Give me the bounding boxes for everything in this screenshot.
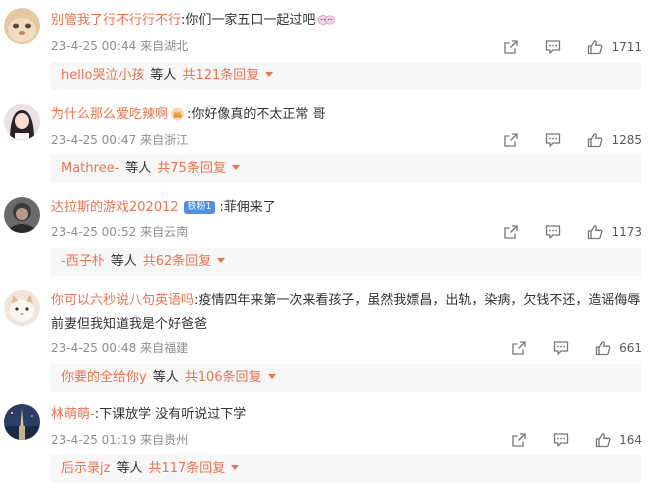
comment-text: :你们一家五口一起过吧 bbox=[181, 13, 316, 28]
reply-username[interactable]: -西子朴 bbox=[61, 254, 105, 269]
comment-meta: 23-4-25 00:47 来自浙江 bbox=[51, 132, 188, 148]
location: 来自浙江 bbox=[140, 133, 189, 147]
reply-separator: 等人 bbox=[110, 254, 137, 269]
reply-count[interactable]: 共62条回复 bbox=[143, 254, 212, 269]
reply-summary[interactable]: 后示录jz 等人 共117条回复 bbox=[51, 455, 641, 483]
reply-summary[interactable]: Mathree- 等人 共75条回复 bbox=[51, 155, 641, 183]
avatar[interactable] bbox=[4, 104, 40, 140]
username[interactable]: 别管我了行不行行不行 bbox=[51, 13, 181, 28]
username[interactable]: 为什么那么爱吃辣啊 bbox=[51, 107, 168, 122]
comment-content: 达拉斯的游戏202012 铁粉1:菲佣来了 bbox=[51, 199, 276, 217]
location: 来自贵州 bbox=[140, 433, 189, 447]
reply-summary[interactable]: hello哭泣小孩 等人 共121条回复 bbox=[51, 62, 641, 90]
comment-meta: 23-4-25 01:19 来自贵州 bbox=[51, 432, 188, 448]
timestamp: 23-4-25 00:47 bbox=[51, 133, 137, 147]
comment-meta: 23-4-25 00:44 来自湖北 bbox=[51, 38, 188, 54]
comment-actions: 1711 bbox=[503, 38, 642, 56]
comment-content: 你可以六秒说八句英语吗:疫情四年来第一次来看孩子，虽然我嫖昌，出轨，染病，欠钱不… bbox=[51, 289, 641, 337]
reply-username[interactable]: 后示录jz bbox=[61, 461, 110, 476]
reply-summary[interactable]: 你要的全给你y 等人 共106条回复 bbox=[51, 364, 641, 392]
like-count: 164 bbox=[619, 433, 642, 447]
share-icon[interactable] bbox=[503, 39, 519, 55]
avatar[interactable] bbox=[4, 197, 40, 233]
thumbs-up-icon[interactable] bbox=[587, 132, 603, 148]
like-count: 1711 bbox=[611, 40, 642, 54]
like-count: 661 bbox=[619, 341, 642, 355]
chevron-down-icon[interactable] bbox=[267, 374, 276, 379]
share-icon[interactable] bbox=[503, 132, 519, 148]
comment-text: :下课放学 没有听说过下学 bbox=[94, 407, 247, 422]
chevron-down-icon[interactable] bbox=[217, 258, 226, 263]
reply-count[interactable]: 共106条回复 bbox=[185, 370, 262, 385]
share-icon[interactable] bbox=[503, 224, 519, 240]
comment-meta: 23-4-25 00:52 来自云南 bbox=[51, 224, 188, 240]
thumbs-up-icon[interactable] bbox=[587, 39, 603, 55]
timestamp: 23-4-25 00:52 bbox=[51, 225, 137, 239]
chevron-down-icon[interactable] bbox=[265, 72, 274, 77]
fan-badge: 铁粉1 bbox=[183, 201, 216, 214]
share-icon[interactable] bbox=[511, 340, 527, 356]
reply-separator: 等人 bbox=[152, 370, 179, 385]
chevron-down-icon[interactable] bbox=[231, 465, 240, 470]
username[interactable]: 达拉斯的游戏202012 bbox=[51, 200, 179, 215]
comment-icon[interactable] bbox=[553, 432, 569, 448]
reply-username[interactable]: hello哭泣小孩 bbox=[61, 68, 144, 83]
comment-actions: 1173 bbox=[503, 223, 642, 241]
comment-actions: 164 bbox=[511, 431, 642, 449]
comment-meta: 23-4-25 00:48 来自福建 bbox=[51, 340, 188, 356]
thumbs-up-icon[interactable] bbox=[595, 432, 611, 448]
reply-username[interactable]: Mathree- bbox=[61, 161, 119, 176]
avatar[interactable] bbox=[4, 404, 40, 440]
thumbs-up-icon[interactable] bbox=[595, 340, 611, 356]
crown-icon bbox=[170, 106, 185, 121]
share-icon[interactable] bbox=[511, 432, 527, 448]
comment-content: 林萌萌-:下课放学 没有听说过下学 bbox=[51, 406, 246, 424]
timestamp: 23-4-25 00:48 bbox=[51, 341, 137, 355]
comment-text: :菲佣来了 bbox=[219, 200, 276, 215]
comment-icon[interactable] bbox=[545, 224, 561, 240]
comment-icon[interactable] bbox=[553, 340, 569, 356]
username[interactable]: 林萌萌- bbox=[51, 407, 95, 422]
username[interactable]: 你可以六秒说八句英语吗 bbox=[51, 293, 194, 308]
timestamp: 23-4-25 01:19 bbox=[51, 433, 137, 447]
reply-separator: 等人 bbox=[125, 161, 152, 176]
reply-username[interactable]: 你要的全给你y bbox=[61, 370, 147, 385]
reply-summary[interactable]: -西子朴 等人 共62条回复 bbox=[51, 248, 641, 276]
like-count: 1285 bbox=[611, 133, 642, 147]
reply-separator: 等人 bbox=[150, 68, 177, 83]
location: 来自云南 bbox=[140, 225, 189, 239]
emoji-icon bbox=[317, 12, 336, 26]
avatar[interactable] bbox=[4, 8, 40, 44]
reply-count[interactable]: 共75条回复 bbox=[157, 161, 226, 176]
comment-actions: 1285 bbox=[503, 131, 642, 149]
comment-icon[interactable] bbox=[545, 132, 561, 148]
comment-icon[interactable] bbox=[545, 39, 561, 55]
reply-count[interactable]: 共121条回复 bbox=[182, 68, 259, 83]
comment-content: 为什么那么爱吃辣啊 :你好像真的不太正常 哥 bbox=[51, 106, 326, 124]
chevron-down-icon[interactable] bbox=[231, 165, 240, 170]
avatar[interactable] bbox=[4, 290, 40, 326]
reply-count[interactable]: 共117条回复 bbox=[148, 461, 225, 476]
comment-content: 别管我了行不行行不行:你们一家五口一起过吧 bbox=[51, 12, 336, 30]
like-count: 1173 bbox=[611, 225, 642, 239]
reply-separator: 等人 bbox=[116, 461, 143, 476]
location: 来自福建 bbox=[140, 341, 189, 355]
location: 来自湖北 bbox=[140, 39, 189, 53]
comment-actions: 661 bbox=[511, 339, 642, 357]
timestamp: 23-4-25 00:44 bbox=[51, 39, 137, 53]
thumbs-up-icon[interactable] bbox=[587, 224, 603, 240]
comment-text: :你好像真的不太正常 哥 bbox=[187, 107, 326, 122]
